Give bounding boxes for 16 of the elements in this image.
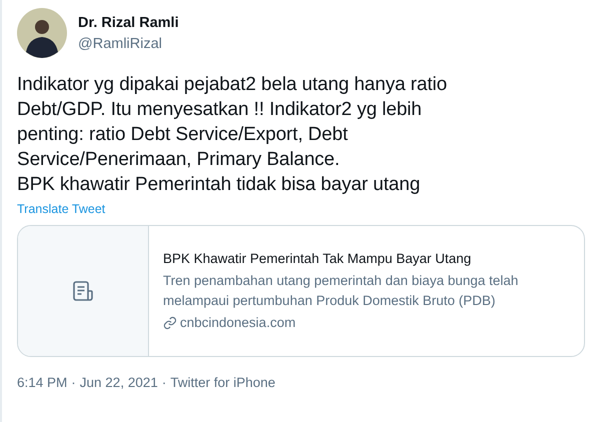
link-card[interactable]: BPK Khawatir Pemerintah Tak Mampu Bayar Utang Tren penambahan utang pemerintah dan biaya bunga telah melampaui pertumbuhan Produk Domestik Bruto (PDB) cnbcindonesia.com [17,225,585,357]
avatar-icon[interactable] [17,8,67,58]
translate-link[interactable]: Translate Tweet [17,202,106,216]
author-name[interactable]: Dr. Rizal Ramli [78,14,179,30]
separator: · [162,375,166,390]
tweet-text: Indikator yg dipakai pejabat2 bela utang hanya ratio Debt/GDP. Itu menyesatkan !! Indikator2 yg lebih penting: ratio Debt Service/Export, Debt Service/Penerimaan, Primary Balance. BPK khawatir Pemerintah tidak bisa bayar utang [17,73,448,197]
card-domain: cnbcindonesia.com [180,314,296,332]
tweet-date[interactable]: Jun 22, 2021 [80,375,158,390]
link-icon [163,316,177,330]
separator: · [71,375,76,390]
card-title: BPK Khawatir Pemerintah Tak Mampu Bayar Utang [163,250,472,268]
document-icon [71,279,95,303]
tweet-time[interactable]: 6:14 PM [17,375,68,390]
tweet-source[interactable]: Twitter for iPhone [170,375,276,390]
card-description: Tren penambahan utang pemerintah dan biaya bunga telah melampaui pertumbuhan Produk Domestik Bruto (PDB) [163,272,518,310]
author-handle[interactable]: @RamliRizal [78,36,179,52]
